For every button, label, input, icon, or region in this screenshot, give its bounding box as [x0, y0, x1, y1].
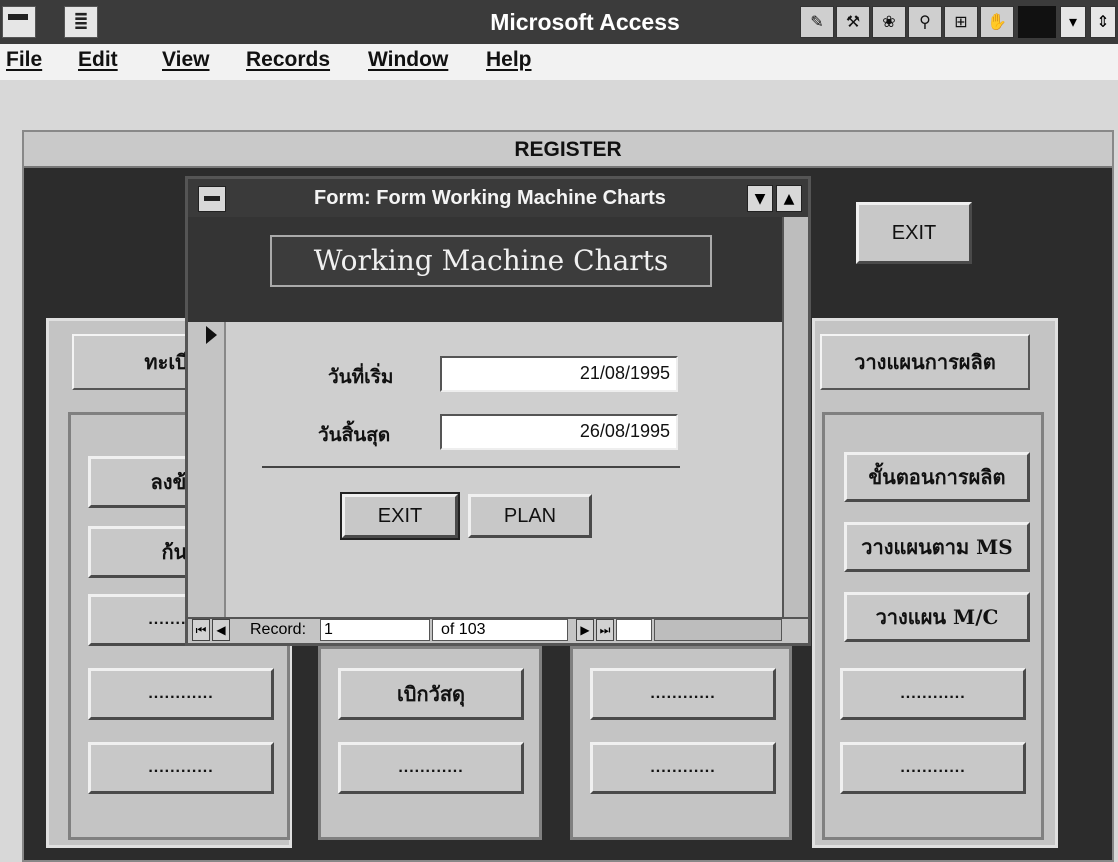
right-button-1[interactable]: ขั้นตอนการผลิต [844, 452, 1030, 502]
right-button-5[interactable]: ............ [840, 742, 1026, 794]
register-exit-button[interactable]: EXIT [856, 202, 972, 264]
next-record-icon[interactable]: ▶ [576, 619, 594, 641]
third-button-1[interactable]: ............ [590, 668, 776, 720]
right-button-4[interactable]: ............ [840, 668, 1026, 720]
menu-records[interactable]: Records [246, 48, 330, 74]
form-exit-button[interactable]: EXIT [340, 492, 460, 540]
tool-icon-4[interactable]: ⚲ [908, 6, 942, 38]
start-date-label: วันที่เริ่ม [328, 366, 394, 388]
system-menu-icon [8, 14, 28, 20]
right-button-2[interactable]: วางแผนตาม MS [844, 522, 1030, 572]
menu-view[interactable]: View [162, 48, 209, 74]
register-title: REGISTER [24, 132, 1112, 168]
document-icon[interactable]: ≣ [64, 6, 98, 38]
middle-button-2[interactable]: ............ [338, 742, 524, 794]
form-menu-icon [204, 196, 220, 201]
end-date-input[interactable]: 26/08/1995 [440, 414, 678, 450]
form-window-title: Form: Form Working Machine Charts [314, 187, 666, 209]
form-maximize-icon[interactable]: ▲ [776, 185, 802, 212]
current-record-arrow-icon [206, 326, 217, 344]
menu-file[interactable]: File [6, 48, 42, 74]
tool-icon-1[interactable]: ✎ [800, 6, 834, 38]
tool-icon-2[interactable]: ⚒ [836, 6, 870, 38]
record-label: Record: [250, 621, 307, 638]
form-minimize-icon[interactable]: ▼ [747, 185, 773, 212]
middle-button-1[interactable]: เบิกวัสดุ [338, 668, 524, 720]
right-panel-header: วางแผนการผลิต [820, 334, 1030, 390]
third-button-2[interactable]: ............ [590, 742, 776, 794]
new-record-box[interactable] [616, 619, 652, 641]
app-title: Microsoft Access [490, 9, 680, 35]
start-date-input[interactable]: 21/08/1995 [440, 356, 678, 392]
tool-icon-5[interactable]: ⊞ [944, 6, 978, 38]
form-heading: Working Machine Charts [270, 235, 712, 287]
record-selector[interactable] [188, 322, 226, 617]
menu-window[interactable]: Window [368, 48, 448, 74]
tool-icon-6[interactable]: ✋ [980, 6, 1014, 38]
minimize-icon[interactable]: ▾ [1060, 6, 1086, 38]
left-button-5[interactable]: ............ [88, 742, 274, 794]
menu-edit[interactable]: Edit [78, 48, 118, 74]
form-vertical-scrollbar[interactable] [782, 217, 808, 617]
end-date-label: วันสิ้นสุด [318, 424, 391, 446]
previous-record-icon[interactable]: ◀ [212, 619, 230, 641]
restore-icon[interactable]: ⇕ [1090, 6, 1116, 38]
record-count: of 103 [432, 619, 568, 641]
toolbar-divider [1018, 6, 1056, 38]
last-record-icon[interactable]: ⏭ [596, 619, 614, 641]
system-menu-button[interactable] [2, 6, 36, 38]
first-record-icon[interactable]: ⏮ [192, 619, 210, 641]
form-plan-button[interactable]: PLAN [468, 494, 592, 538]
form-horizontal-scrollbar[interactable] [654, 619, 782, 641]
tool-icon-3[interactable]: ❀ [872, 6, 906, 38]
menu-help[interactable]: Help [486, 48, 532, 74]
left-button-4[interactable]: ............ [88, 668, 274, 720]
form-divider [262, 466, 680, 468]
right-button-3[interactable]: วางแผน M/C [844, 592, 1030, 642]
record-number-input[interactable]: 1 [320, 619, 430, 641]
